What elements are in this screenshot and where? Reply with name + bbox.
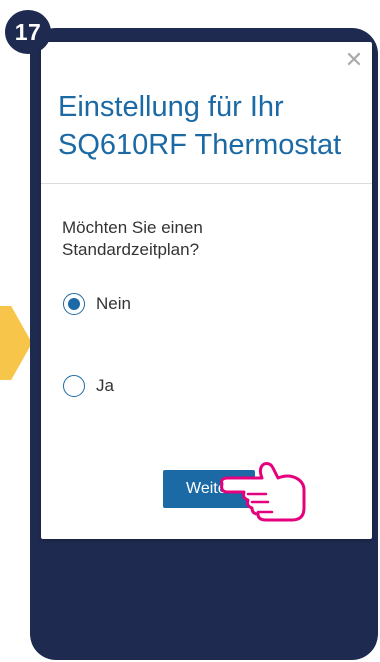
radio-selected-dot [68,298,80,310]
option-nein-label: Nein [96,294,131,313]
divider [41,183,372,184]
pointing-hand-icon [220,462,306,522]
step-number-badge: 17 [5,10,51,54]
dialog-title: Einstellung für Ihr SQ610RF Thermostat [58,91,342,161]
option-ja[interactable]: Ja [63,375,114,397]
option-nein[interactable]: Nein [63,293,131,315]
option-ja-label: Ja [96,376,114,395]
close-icon[interactable]: ✕ [344,49,364,71]
yellow-pointer-arrow [0,306,32,380]
setup-dialog: ✕ Einstellung für Ihr SQ610RF Thermostat… [41,42,372,539]
question-text: Möchten Sie einen Standardzeitplan? [62,218,203,259]
radio-ja[interactable] [63,375,85,397]
radio-nein[interactable] [63,293,85,315]
